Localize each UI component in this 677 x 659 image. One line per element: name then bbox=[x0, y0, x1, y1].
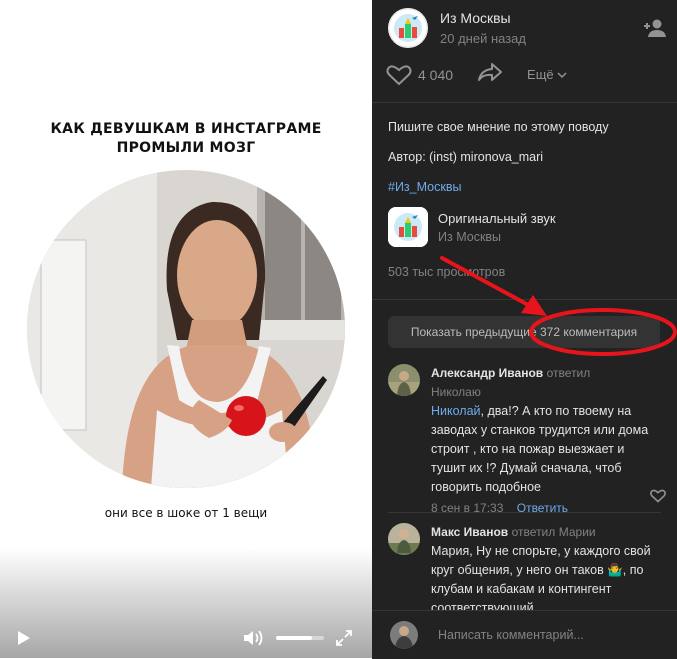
chevron-down-icon bbox=[557, 71, 567, 78]
video-title-line-2: ПРОМЫЛИ МОЗГ bbox=[116, 140, 256, 156]
fullscreen-button[interactable] bbox=[334, 628, 354, 648]
video-title: КАК ДЕВУШКАМ В ИНСТАГРАМЕ ПРОМЫЛИ МОЗГ bbox=[0, 120, 372, 158]
comment-replied-label: ответил bbox=[546, 366, 591, 380]
heart-icon bbox=[386, 64, 412, 85]
divider bbox=[372, 102, 677, 103]
sound-card[interactable]: Оригинальный звук Из Москвы bbox=[388, 207, 556, 247]
view-count: 503 тыс просмотров bbox=[388, 265, 506, 279]
avatar-image bbox=[390, 621, 418, 649]
author-avatar[interactable] bbox=[388, 8, 428, 48]
divider bbox=[372, 299, 677, 300]
fullscreen-icon bbox=[336, 630, 352, 646]
like-button[interactable]: 4 040 bbox=[386, 64, 453, 86]
comment-author[interactable]: Александр Иванов bbox=[431, 366, 543, 380]
avatar-image bbox=[388, 523, 420, 555]
volume-slider[interactable] bbox=[276, 636, 324, 640]
avatar[interactable] bbox=[388, 364, 420, 396]
author-name[interactable]: Из Москвы bbox=[440, 9, 526, 27]
post-actions: 4 040 Ещё bbox=[386, 62, 567, 87]
sound-title: Оригинальный звук bbox=[438, 210, 556, 226]
show-previous-comments-button[interactable]: Показать предыдущие 372 комментария bbox=[388, 316, 660, 348]
divider bbox=[388, 512, 661, 513]
sound-avatar bbox=[388, 207, 428, 247]
comment-author[interactable]: Макс Иванов bbox=[431, 525, 508, 539]
play-icon bbox=[18, 631, 30, 645]
add-user-icon bbox=[644, 19, 666, 37]
video-caption: они все в шоке от 1 вещи bbox=[104, 506, 268, 520]
post-description-line-2: Автор: (inst) mironova_mari bbox=[388, 150, 544, 164]
like-count: 4 040 bbox=[418, 66, 454, 83]
video-title-line-1: КАК ДЕВУШКАМ В ИНСТАГРАМЕ bbox=[50, 121, 322, 137]
comment-meta: 8 сен в 17:33 Ответить bbox=[431, 499, 661, 518]
comment-replied-to[interactable]: Николаю bbox=[431, 383, 661, 402]
post-description-line-1: Пишите свое мнение по этому поводу bbox=[388, 120, 609, 134]
comment-replied-label: ответил bbox=[511, 525, 556, 539]
comment-composer bbox=[372, 610, 677, 659]
video-controls-gradient bbox=[0, 548, 372, 658]
comment-replied-to[interactable]: Марии bbox=[559, 525, 596, 539]
video-frame-image bbox=[27, 170, 345, 488]
moscow-logo-icon bbox=[388, 207, 428, 247]
heart-icon[interactable] bbox=[650, 489, 666, 503]
add-friend-button[interactable] bbox=[643, 18, 667, 38]
sound-author: Из Москвы bbox=[438, 229, 502, 244]
moscow-logo-icon bbox=[388, 8, 428, 48]
avatar-image bbox=[388, 364, 420, 396]
post-hashtag[interactable]: #Из_Москвы bbox=[388, 180, 461, 194]
share-icon bbox=[478, 63, 503, 81]
side-panel: Из Москвы 20 дней назад 4 040 Ещё Пишите bbox=[372, 0, 677, 659]
comment-mention[interactable]: Николай bbox=[431, 404, 481, 418]
post-time[interactable]: 20 дней назад bbox=[440, 30, 526, 48]
avatar[interactable] bbox=[388, 523, 420, 555]
avatar[interactable] bbox=[390, 621, 418, 649]
play-button[interactable] bbox=[14, 628, 34, 648]
more-menu[interactable]: Ещё bbox=[527, 67, 567, 82]
post-author[interactable]: Из Москвы 20 дней назад bbox=[388, 8, 526, 48]
volume-icon bbox=[244, 630, 263, 646]
video-frame bbox=[27, 170, 345, 488]
comment-input[interactable] bbox=[436, 627, 660, 643]
comment-body: Мария, Ну не спорьте, у каждого свой кру… bbox=[431, 544, 651, 615]
more-label: Ещё bbox=[527, 67, 554, 82]
comment-text: Николай, два!? А кто по твоему на завода… bbox=[431, 402, 661, 497]
video-player[interactable]: КАК ДЕВУШКАМ В ИНСТАГРАМЕ ПРОМЫЛИ МОЗГ о… bbox=[0, 0, 372, 658]
volume-button[interactable] bbox=[242, 628, 266, 648]
share-button[interactable] bbox=[477, 62, 503, 87]
volume-slider-fill bbox=[276, 636, 312, 640]
